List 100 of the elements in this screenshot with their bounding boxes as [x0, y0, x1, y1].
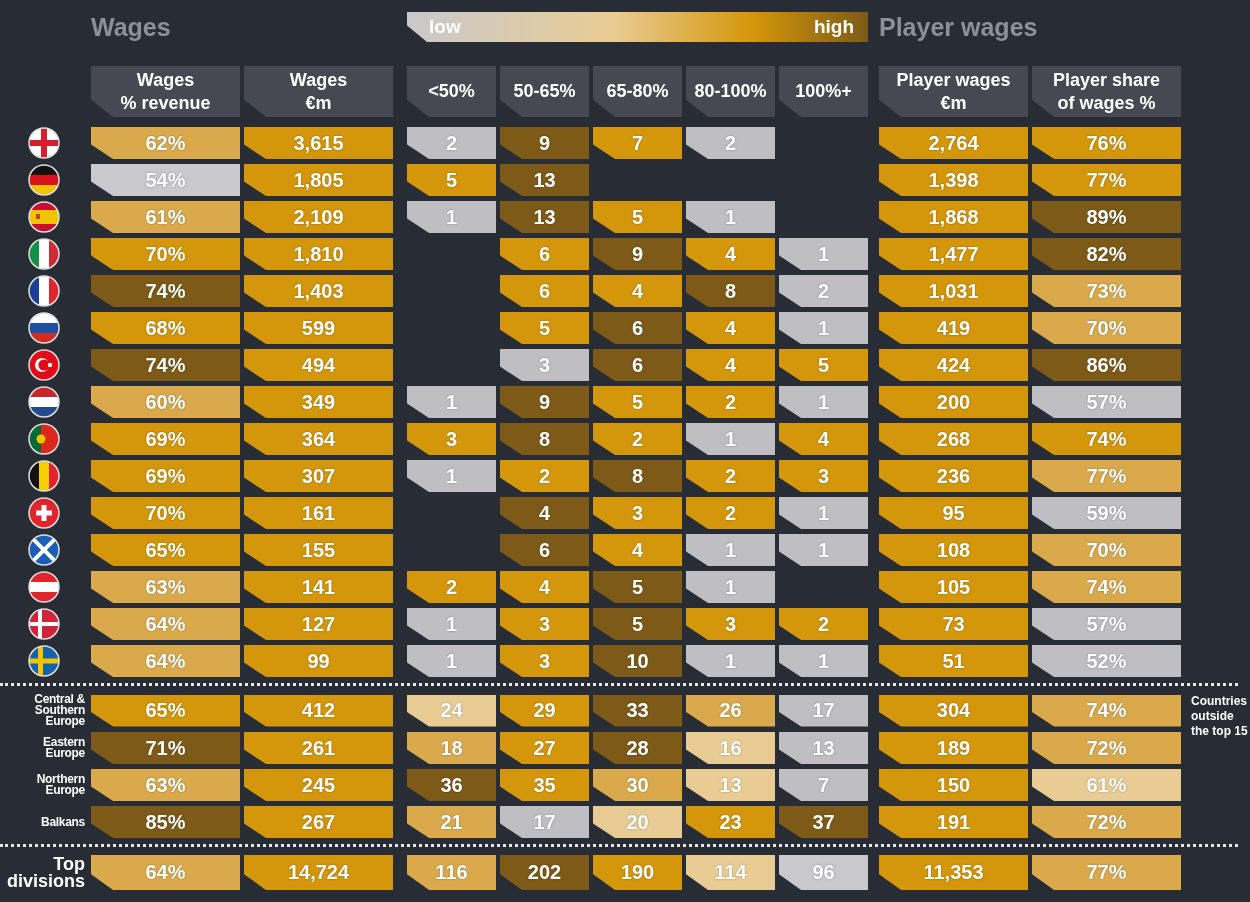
table-cell: 85%	[91, 806, 240, 838]
table-cell: 4	[593, 275, 682, 307]
flag-icon	[27, 645, 60, 677]
table-cell: 57%	[1032, 608, 1181, 640]
table-cell: 4	[779, 423, 868, 455]
table-cell: 3	[500, 349, 589, 381]
table-cell: 64%	[91, 645, 240, 677]
table-cell: 2	[686, 497, 775, 529]
table-cell: 69%	[91, 423, 240, 455]
table-cell: 4	[686, 238, 775, 270]
table-cell: 13	[686, 769, 775, 801]
table-cell: 82%	[1032, 238, 1181, 270]
flag-icon	[27, 201, 60, 233]
region-label: Northern Europe	[35, 774, 86, 796]
table-cell: 5	[593, 386, 682, 418]
table-cell: 5	[500, 312, 589, 344]
table-cell: 2	[500, 460, 589, 492]
table-cell: 62%	[91, 127, 240, 159]
region-label: Eastern Europe	[42, 737, 86, 759]
table-cell: 70%	[91, 497, 240, 529]
table-cell: 364	[244, 423, 393, 455]
table-cell: 74%	[1032, 423, 1181, 455]
table-cell: 9	[500, 386, 589, 418]
table-cell: 2	[779, 608, 868, 640]
table-cell: 17	[500, 806, 589, 838]
column-header: <50%	[407, 66, 496, 117]
table-cell: 189	[879, 732, 1028, 764]
table-cell: 419	[879, 312, 1028, 344]
flag-icon	[27, 127, 60, 159]
table-cell: 24	[407, 694, 496, 727]
table-cell: 5	[593, 608, 682, 640]
table-cell: 72%	[1032, 732, 1181, 764]
table-cell: 5	[407, 164, 496, 196]
table-cell: 1	[779, 312, 868, 344]
table-cell: 72%	[1032, 806, 1181, 838]
color-scale-legend: low high	[407, 12, 868, 42]
table-cell: 61%	[91, 201, 240, 233]
flag-icon	[27, 497, 60, 529]
table-cell: 116	[407, 855, 496, 890]
flag-icon	[27, 238, 60, 270]
table-cell: 349	[244, 386, 393, 418]
regions-note: Countries outside the top 15	[1190, 694, 1249, 740]
table-cell: 1	[779, 238, 868, 270]
table-cell: 14,724	[244, 855, 393, 890]
table-cell: 37	[779, 806, 868, 838]
region-label: Balkans	[40, 816, 86, 828]
table-cell: 2	[686, 127, 775, 159]
table-cell: 77%	[1032, 460, 1181, 492]
table-cell: 65%	[91, 534, 240, 566]
table-cell: 202	[500, 855, 589, 890]
table-cell: 6	[593, 349, 682, 381]
table-cell: 21	[407, 806, 496, 838]
table-cell: 36	[407, 769, 496, 801]
flag-icon	[27, 571, 60, 603]
column-header: 80-100%	[686, 66, 775, 117]
table-cell: 8	[686, 275, 775, 307]
flag-icon	[27, 386, 60, 418]
table-cell: 29	[500, 694, 589, 727]
table-cell: 16	[686, 732, 775, 764]
table-cell: 2	[593, 423, 682, 455]
table-cell: 1,398	[879, 164, 1028, 196]
table-cell: 412	[244, 694, 393, 727]
table-cell: 86%	[1032, 349, 1181, 381]
flag-icon	[27, 349, 60, 381]
table-cell: 108	[879, 534, 1028, 566]
table-cell: 2	[407, 571, 496, 603]
wages-title: Wages	[91, 12, 172, 42]
table-cell: 26	[686, 694, 775, 727]
table-cell: 77%	[1032, 855, 1181, 890]
column-header: Player wages €m	[879, 66, 1028, 117]
table-cell: 1	[407, 608, 496, 640]
table-cell: 1	[407, 460, 496, 492]
table-cell: 9	[593, 238, 682, 270]
table-cell: 30	[593, 769, 682, 801]
table-cell: 11,353	[879, 855, 1028, 890]
table-cell: 8	[500, 423, 589, 455]
region-label: Central & Southern Europe	[33, 694, 86, 727]
table-cell: 1	[407, 201, 496, 233]
table-cell: 3	[779, 460, 868, 492]
table-cell: 1,805	[244, 164, 393, 196]
table-cell: 261	[244, 732, 393, 764]
flag-icon	[27, 460, 60, 492]
table-cell: 105	[879, 571, 1028, 603]
table-cell: 71%	[91, 732, 240, 764]
table-cell: 63%	[91, 571, 240, 603]
table-cell: 1,403	[244, 275, 393, 307]
table-cell: 74%	[91, 349, 240, 381]
table-cell: 599	[244, 312, 393, 344]
table-cell: 1,477	[879, 238, 1028, 270]
table-cell: 20	[593, 806, 682, 838]
table-cell: 2	[686, 386, 775, 418]
column-header: Wages % revenue	[91, 66, 240, 117]
table-cell: 1	[686, 423, 775, 455]
table-cell: 141	[244, 571, 393, 603]
table-cell: 35	[500, 769, 589, 801]
table-cell: 33	[593, 694, 682, 727]
table-cell: 73	[879, 608, 1028, 640]
table-cell: 28	[593, 732, 682, 764]
table-cell: 1	[686, 201, 775, 233]
table-cell: 4	[593, 534, 682, 566]
